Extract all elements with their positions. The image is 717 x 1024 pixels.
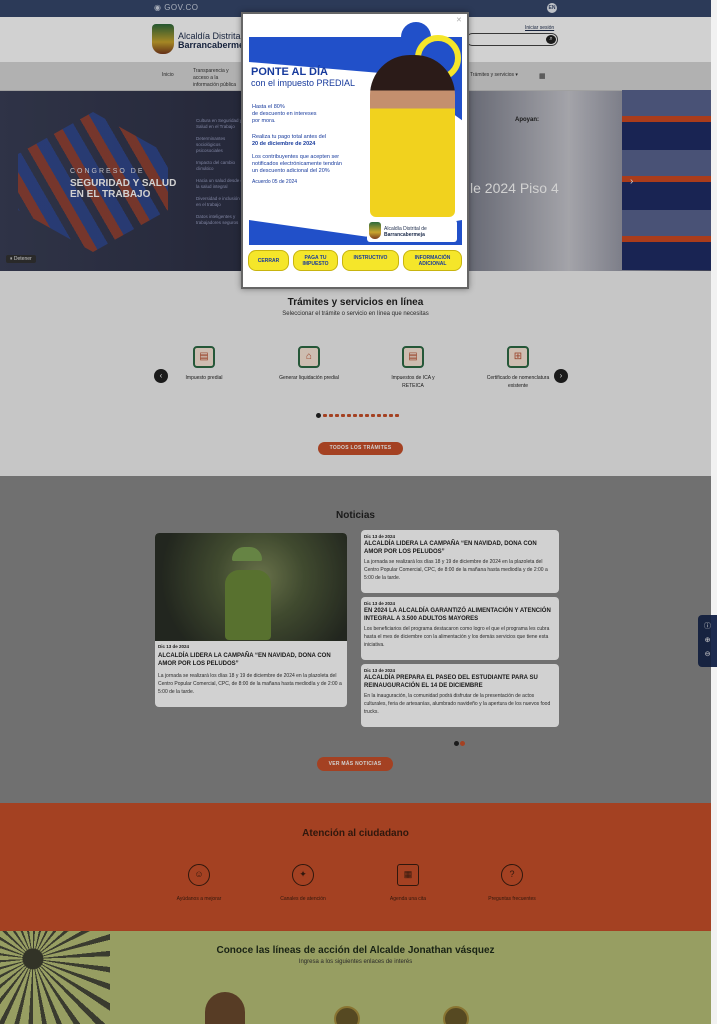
ad-line: Realiza tu pago total antes del bbox=[252, 134, 326, 140]
ad-logo-text: Alcaldía Distrital de Barrancabermeja bbox=[384, 226, 427, 238]
ad-agreement-text: Acuerdo 05 de 2024 bbox=[252, 179, 298, 185]
modal-pay-button[interactable]: PAGA TU IMPUESTO bbox=[293, 250, 338, 271]
ad-line: 20 de diciembre de 2024 bbox=[252, 141, 316, 147]
ad-line: Los contribuyentes que acepten ser bbox=[252, 154, 340, 160]
ad-discount-text: Hasta el 80% de descuento en intereses por… bbox=[252, 104, 317, 125]
ad-crest-logo bbox=[369, 222, 381, 239]
ad-line: por mora. bbox=[252, 118, 276, 124]
ad-deadline-text: Realiza tu pago total antes del 20 de dic… bbox=[252, 134, 326, 148]
close-icon[interactable]: ✕ bbox=[456, 16, 462, 24]
modal-info-button[interactable]: INFORMACIÓN ADICIONAL bbox=[403, 250, 462, 271]
ad-line: notificados electrónicamente tendrán bbox=[252, 161, 342, 167]
ad-woman-figure bbox=[370, 55, 455, 217]
ad-line: Hasta el 80% bbox=[252, 104, 285, 110]
modal-instructivo-button[interactable]: INSTRUCTIVO bbox=[342, 250, 399, 271]
ad-line: de descuento en intereses bbox=[252, 111, 317, 117]
ad-subheadline: con el impuesto PREDIAL bbox=[251, 78, 356, 88]
ad-headline: PONTE AL DÍA bbox=[251, 66, 329, 78]
ad-line: un descuento adicional del 20% bbox=[252, 168, 330, 174]
ad-electronic-text: Los contribuyentes que acepten ser notifi… bbox=[252, 154, 342, 175]
ad-logo-line: Barrancabermeja bbox=[384, 232, 425, 238]
modal-close-button[interactable]: CERRAR bbox=[248, 250, 289, 271]
